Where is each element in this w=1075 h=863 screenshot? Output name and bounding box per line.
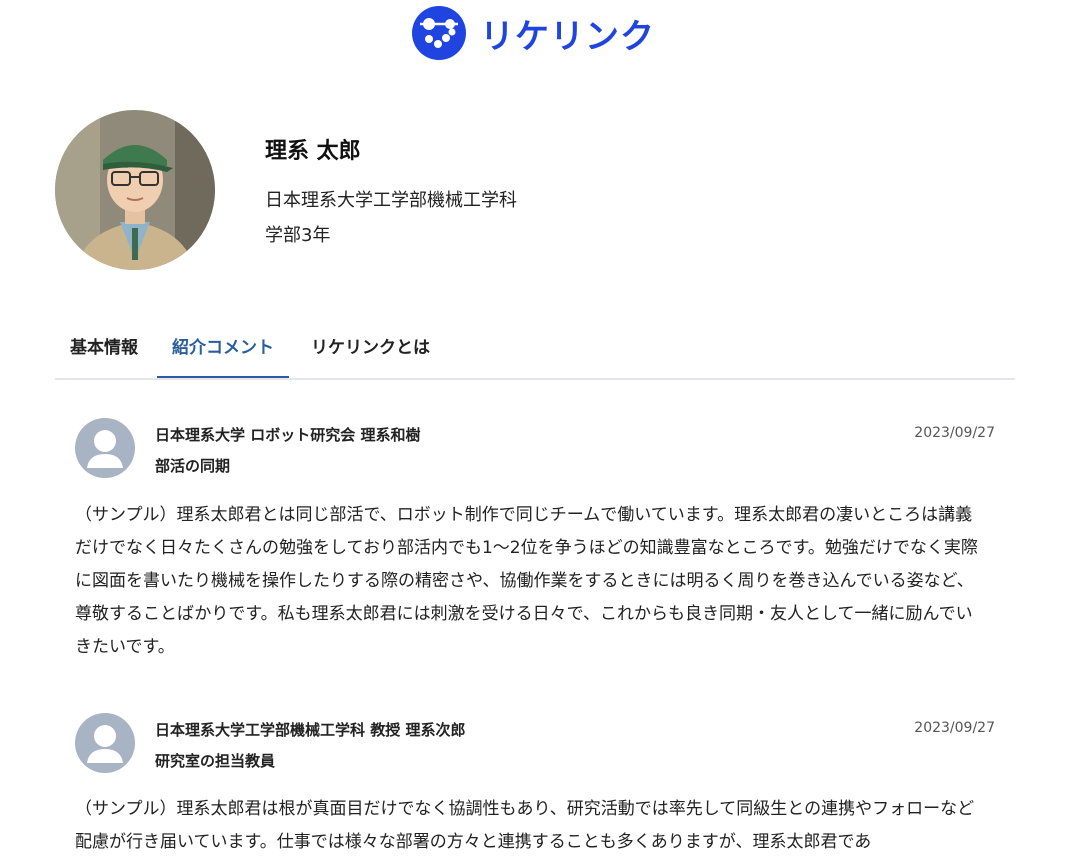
comment-date: 2023/09/27 [914, 425, 995, 441]
profile-avatar [55, 110, 215, 270]
logo[interactable]: リケリンク [412, 6, 655, 60]
tab-about-rikelink[interactable]: リケリンクとは [311, 322, 430, 378]
tab-basic-info[interactable]: 基本情報 [70, 322, 138, 378]
user-silhouette-icon [75, 418, 135, 478]
molecule-logo-icon [412, 6, 466, 60]
profile-year: 学部3年 [265, 225, 331, 246]
comment-author: 日本理系大学工学部機械工学科 教授 理系次郎 [155, 721, 466, 739]
profile-photo-illustration [55, 110, 215, 270]
user-silhouette-icon [75, 713, 135, 773]
profile-name: 理系 太郎 [265, 139, 361, 164]
comment-relation: 研究室の担当教員 [155, 752, 276, 770]
comment-body: （サンプル）理系太郎君とは同じ部活で、ロボット制作で同じチームで働いています。理… [75, 505, 978, 657]
comment-author: 日本理系大学 ロボット研究会 理系和樹 [155, 426, 421, 444]
comment-body: （サンプル）理系太郎君は根が真面目だけでなく協調性もあり、研究活動では率先して同… [75, 799, 975, 852]
profile-affiliation: 日本理系大学工学部機械工学科 [265, 190, 517, 211]
tab-bar: 基本情報 紹介コメント リケリンクとは [55, 322, 1015, 380]
logo-text: リケリンク [480, 16, 655, 57]
comment-relation: 部活の同期 [155, 457, 231, 475]
comment-date: 2023/09/27 [914, 720, 995, 736]
tab-intro-comments[interactable]: 紹介コメント [157, 322, 289, 378]
